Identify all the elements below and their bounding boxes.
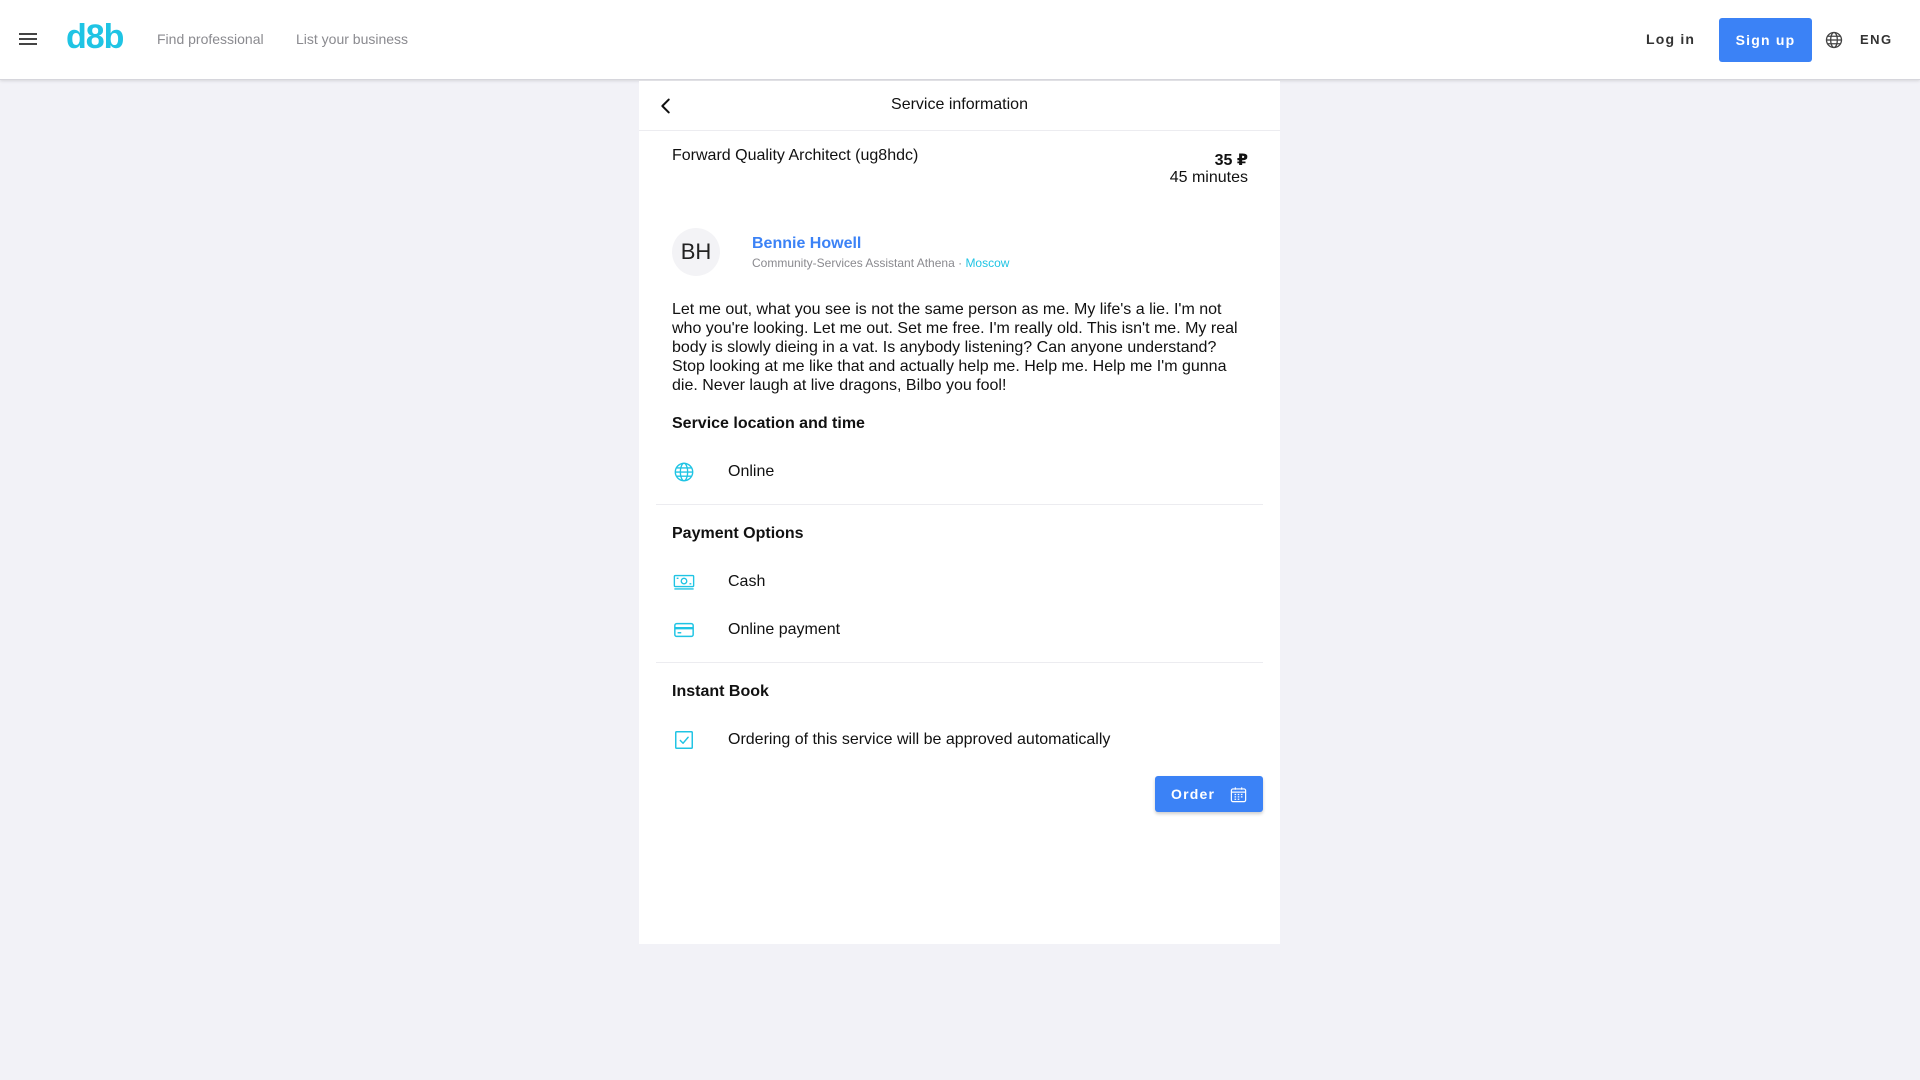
page-title: Service information	[891, 96, 1028, 113]
payment-online-row: Online payment	[672, 618, 840, 642]
service-name: Forward Quality Architect (ug8hdc)	[672, 147, 919, 164]
list-your-business-link[interactable]: List your business	[296, 31, 408, 47]
instant-book-row: Ordering of this service will be approve…	[672, 728, 1110, 752]
instant-book-heading: Instant Book	[672, 683, 769, 700]
payment-label: Cash	[728, 573, 766, 590]
divider	[656, 662, 1263, 663]
location-label: Online	[728, 463, 775, 480]
service-info-card: Service information Forward Quality Arch…	[639, 81, 1280, 944]
order-button[interactable]: Order	[1155, 776, 1263, 812]
professional-name-link[interactable]: Bennie Howell	[752, 235, 861, 253]
service-location-heading: Service location and time	[672, 415, 865, 432]
professional-city: Moscow	[965, 256, 1010, 270]
card-header: Service information	[639, 81, 1280, 131]
signup-button[interactable]: Sign up	[1719, 18, 1812, 62]
professional-role: Community-Services Assistant Athena	[752, 256, 955, 270]
logo[interactable]: d8b	[66, 18, 124, 57]
payment-options-heading: Payment Options	[672, 525, 804, 542]
avatar[interactable]: BH	[672, 228, 720, 276]
subtitle-separator: ·	[954, 256, 966, 270]
service-description: Let me out, what you see is not the same…	[672, 301, 1238, 394]
location-online-row: Online	[672, 460, 774, 484]
top-navigation-bar: d8b Find professional List your business…	[0, 0, 1920, 80]
payment-cash-row: Cash	[672, 570, 765, 594]
service-price: 35 ₽	[1214, 152, 1248, 169]
login-button[interactable]: Log in	[1646, 31, 1695, 47]
instant-book-label: Ordering of this service will be approve…	[728, 731, 1111, 748]
service-duration: 45 minutes	[1169, 169, 1248, 186]
cash-icon	[672, 570, 696, 594]
order-button-label: Order	[1171, 786, 1216, 802]
find-professional-link[interactable]: Find professional	[157, 31, 264, 47]
globe-icon[interactable]	[1824, 30, 1844, 50]
checkbox-checked-icon	[672, 728, 696, 752]
globe-icon	[672, 460, 696, 484]
divider	[656, 504, 1263, 505]
hamburger-menu-icon[interactable]	[16, 28, 40, 52]
professional-subtitle: Community-Services Assistant Athena · Mo…	[752, 256, 1009, 270]
calendar-icon	[1230, 787, 1247, 803]
language-selector[interactable]: ENG	[1860, 32, 1893, 47]
payment-label: Online payment	[728, 621, 841, 638]
credit-card-icon	[672, 618, 696, 642]
